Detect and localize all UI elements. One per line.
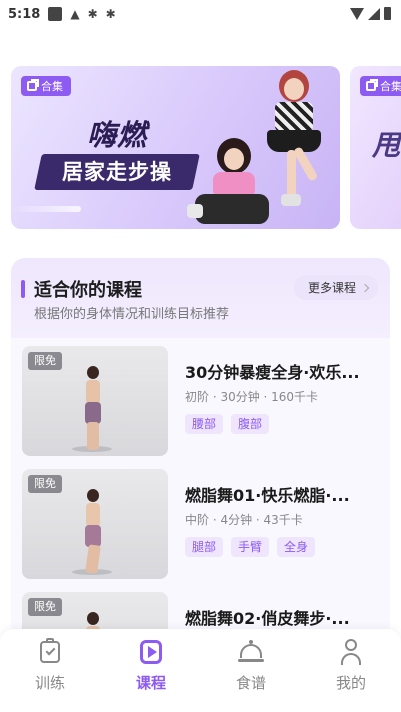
chevron-right-icon bbox=[360, 283, 370, 292]
clipboard-check-icon bbox=[37, 638, 63, 666]
instructor-figure bbox=[82, 366, 104, 452]
wifi-icon bbox=[350, 7, 364, 20]
course-item[interactable]: 限免 燃脂舞01·快乐燃脂·... 中阶 · 4分钟 · 43千卡 腿部 手臂 … bbox=[22, 469, 382, 579]
course-tags: 腿部 手臂 全身 bbox=[185, 537, 316, 557]
notification-bug-icon: ✱ bbox=[87, 7, 98, 21]
section-accent-bar bbox=[21, 280, 25, 298]
instructor-figure bbox=[82, 489, 104, 575]
course-item[interactable]: 限免 30分钟暴瘦全身·欢乐... 初阶 · 30分钟 · 160千卡 腰部 腹… bbox=[22, 346, 382, 456]
banner-subtitle: 居家走步操 bbox=[62, 160, 172, 184]
course-thumbnail: 限免 bbox=[22, 469, 168, 579]
course-meta: 初阶 · 30分钟 · 160千卡 bbox=[185, 390, 319, 404]
tab-training-label: 训练 bbox=[34, 674, 65, 692]
course-thumbnail: 限免 bbox=[22, 346, 168, 456]
tab-courses-label: 课程 bbox=[135, 674, 166, 692]
notification-a-icon: ▲ bbox=[70, 7, 80, 21]
section-title: 适合你的课程 bbox=[34, 280, 142, 301]
app-notification-icon bbox=[48, 7, 63, 21]
course-meta: 中阶 · 4分钟 · 43千卡 bbox=[185, 513, 303, 527]
signal-icon bbox=[368, 7, 380, 20]
play-square-icon bbox=[138, 638, 164, 666]
collection-icon-next bbox=[366, 79, 378, 91]
more-courses-button[interactable]: 更多课程 bbox=[293, 275, 378, 300]
status-right bbox=[350, 7, 391, 20]
tab-courses[interactable]: 课程 bbox=[121, 638, 181, 698]
course-tag: 手臂 bbox=[231, 537, 270, 557]
course-tag: 腿部 bbox=[185, 537, 224, 557]
banner-dancer-right bbox=[251, 66, 337, 229]
banner-subtitle-plate: 居家走步操 bbox=[34, 154, 200, 190]
course-tag: 全身 bbox=[277, 537, 316, 557]
section-description: 根据你的身体情况和训练目标推荐 bbox=[34, 307, 230, 322]
banner-title: 嗨燃 bbox=[87, 118, 148, 152]
person-icon bbox=[338, 638, 364, 666]
banner-card-next[interactable]: 合集 甩 bbox=[350, 66, 401, 229]
tab-recipes[interactable]: 食谱 bbox=[221, 638, 281, 698]
status-time: 5:18 bbox=[8, 6, 41, 22]
course-tag: 腰部 bbox=[185, 414, 224, 434]
course-title: 燃脂舞01·快乐燃脂·... bbox=[185, 486, 350, 505]
free-badge: 限免 bbox=[28, 598, 62, 616]
course-tag: 腹部 bbox=[231, 414, 270, 434]
dish-cover-icon bbox=[238, 638, 264, 666]
course-list: 限免 30分钟暴瘦全身·欢乐... 初阶 · 30分钟 · 160千卡 腰部 腹… bbox=[11, 338, 390, 658]
banner-light-streak bbox=[11, 206, 81, 212]
tab-me-label: 我的 bbox=[335, 674, 366, 692]
recommended-courses-card: 适合你的课程 根据你的身体情况和训练目标推荐 更多课程 限免 30分钟暴瘦全身·… bbox=[11, 258, 390, 658]
collection-tag-label-next: 合集 bbox=[380, 80, 401, 93]
collection-tag-next: 合集 bbox=[360, 76, 401, 96]
banner-next-title: 甩 bbox=[372, 129, 401, 162]
course-tags: 腰部 腹部 bbox=[185, 414, 270, 434]
bottom-tab-bar: 训练 课程 食谱 我的 bbox=[0, 629, 401, 712]
battery-icon bbox=[384, 7, 391, 20]
tab-me[interactable]: 我的 bbox=[321, 638, 381, 698]
collection-tag: 合集 bbox=[21, 76, 71, 96]
course-title: 燃脂舞02·俏皮舞步·... bbox=[185, 609, 350, 628]
collection-tag-label: 合集 bbox=[41, 80, 63, 93]
course-title: 30分钟暴瘦全身·欢乐... bbox=[185, 363, 360, 382]
collection-icon bbox=[27, 79, 39, 91]
free-badge: 限免 bbox=[28, 475, 62, 493]
more-courses-label: 更多课程 bbox=[307, 281, 356, 295]
tab-recipes-label: 食谱 bbox=[235, 674, 266, 692]
tab-training[interactable]: 训练 bbox=[20, 638, 80, 698]
status-bar: 5:18 ▲ ✱ ✱ bbox=[0, 0, 401, 28]
notification-bug-icon-2: ✱ bbox=[105, 7, 116, 21]
free-badge: 限免 bbox=[28, 352, 62, 370]
banner-card[interactable]: 合集 嗨燃 居家走步操 bbox=[11, 66, 340, 229]
